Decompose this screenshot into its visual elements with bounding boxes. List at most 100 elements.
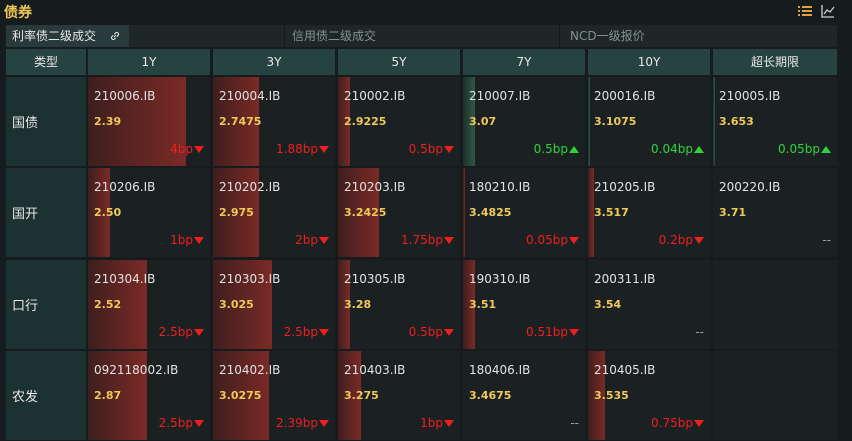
bond-cell[interactable]: 210405.IB 3.535 0.75bp	[588, 351, 710, 440]
bond-yield: 2.975	[219, 206, 254, 219]
bond-change: --	[695, 325, 704, 339]
bond-code: 210005.IB	[719, 89, 781, 103]
change-value: --	[695, 325, 704, 339]
bond-change: 0.04bp	[651, 142, 704, 156]
chart-line-icon[interactable]	[821, 4, 835, 18]
tab-credit-bond-trades[interactable]: 信用债二级成交	[286, 25, 556, 47]
arrow-down-icon	[194, 237, 204, 244]
bond-change: 2.39bp	[276, 416, 329, 430]
change-value: 2.5bp	[158, 416, 193, 430]
arrow-down-icon	[194, 146, 204, 153]
tab-label: 利率债二级成交	[12, 29, 97, 43]
title-bar: 债券	[0, 0, 852, 24]
bond-code: 210305.IB	[344, 272, 406, 286]
bond-code: 210004.IB	[219, 89, 281, 103]
tab-divider	[284, 25, 285, 47]
bond-yield: 3.025	[219, 298, 254, 311]
bond-cell[interactable]: 210206.IB 2.50 1bp	[88, 168, 210, 257]
bond-yield: 2.9225	[344, 115, 387, 128]
bond-cell[interactable]: 210005.IB 3.653 0.05bp	[713, 77, 837, 166]
column-header: 超长期限	[713, 49, 837, 75]
change-value: 2.5bp	[158, 325, 193, 339]
bond-change: 0.51bp	[526, 325, 579, 339]
bond-code: 210202.IB	[219, 180, 281, 194]
change-value: 1.75bp	[401, 233, 443, 247]
bond-yield: 3.4825	[469, 206, 512, 219]
column-header: 1Y	[88, 49, 210, 75]
bond-yield: 3.535	[594, 389, 629, 402]
change-value: 0.05bp	[526, 233, 568, 247]
bond-change: 0.75bp	[651, 416, 704, 430]
bond-code: 210304.IB	[94, 272, 156, 286]
bond-cell[interactable]: 210402.IB 3.0275 2.39bp	[213, 351, 335, 440]
tab-rate-bond-trades[interactable]: 利率债二级成交	[6, 25, 129, 47]
bond-code: 210203.IB	[344, 180, 406, 194]
bond-code: 180210.IB	[469, 180, 531, 194]
bond-change: 2.5bp	[159, 325, 204, 339]
bond-code: 210303.IB	[219, 272, 281, 286]
bond-cell[interactable]: 210305.IB 3.28 0.5bp	[338, 260, 460, 349]
bond-cell[interactable]: 210205.IB 3.517 0.2bp	[588, 168, 710, 257]
change-value: 0.5bp	[533, 142, 568, 156]
bond-cell[interactable]: 210202.IB 2.975 2bp	[213, 168, 335, 257]
bond-change: 4bp	[170, 142, 204, 156]
bond-code: 210402.IB	[219, 363, 281, 377]
tab-ncd-quotes[interactable]: NCD一级报价	[564, 25, 837, 47]
row-label: 农发	[6, 351, 86, 440]
arrow-down-icon	[569, 329, 579, 336]
bond-change: 2bp	[295, 233, 329, 247]
bond-cell[interactable]: 190310.IB 3.51 0.51bp	[463, 260, 585, 349]
tab-label: 信用债二级成交	[292, 29, 377, 43]
bond-yield: 3.653	[719, 115, 754, 128]
arrow-up-icon	[821, 146, 831, 153]
bond-yield: 3.28	[344, 298, 372, 311]
bond-yield: 3.275	[344, 389, 379, 402]
bond-change: 0.5bp	[409, 142, 454, 156]
bond-code: 200311.IB	[594, 272, 656, 286]
change-value: 2.39bp	[276, 416, 318, 430]
bond-cell[interactable]: 210303.IB 3.025 2.5bp	[213, 260, 335, 349]
bond-cell[interactable]: 210002.IB 2.9225 0.5bp	[338, 77, 460, 166]
bond-change: 0.5bp	[409, 325, 454, 339]
bond-cell[interactable]: 210007.IB 3.07 0.5bp	[463, 77, 585, 166]
bond-cell[interactable]: 210006.IB 2.39 4bp	[88, 77, 210, 166]
bond-cell[interactable]: 180210.IB 3.4825 0.05bp	[463, 168, 585, 257]
change-value: 0.04bp	[651, 142, 693, 156]
type-header: 类型	[6, 49, 86, 75]
arrow-down-icon	[319, 329, 329, 336]
change-value: 1bp	[170, 233, 193, 247]
list-icon[interactable]	[798, 4, 812, 18]
bond-cell[interactable]: 210203.IB 3.2425 1.75bp	[338, 168, 460, 257]
bond-cell[interactable]: 200016.IB 3.1075 0.04bp	[588, 77, 710, 166]
change-value: --	[570, 416, 579, 430]
bond-code: 180406.IB	[469, 363, 531, 377]
row-label: 国开	[6, 168, 86, 257]
link-icon[interactable]	[109, 30, 121, 42]
bond-change: 0.2bp	[659, 233, 704, 247]
bond-yield: 3.4675	[469, 389, 512, 402]
bond-yield: 2.87	[94, 389, 122, 402]
bond-yield: 3.54	[594, 298, 622, 311]
bond-yield: 3.0275	[219, 389, 262, 402]
bond-cell[interactable]: 210304.IB 2.52 2.5bp	[88, 260, 210, 349]
bond-cell[interactable]: 180406.IB 3.4675 --	[463, 351, 585, 440]
tab-label: NCD一级报价	[570, 29, 645, 43]
change-value: 0.75bp	[651, 416, 693, 430]
change-value: --	[822, 233, 831, 247]
bond-change: --	[570, 416, 579, 430]
arrow-down-icon	[319, 420, 329, 427]
bond-cell[interactable]: 210004.IB 2.7475 1.88bp	[213, 77, 335, 166]
column-header: 7Y	[463, 49, 585, 75]
bond-cell	[713, 260, 837, 349]
arrow-down-icon	[319, 237, 329, 244]
arrow-down-icon	[194, 329, 204, 336]
bond-cell[interactable]: 200311.IB 3.54 --	[588, 260, 710, 349]
column-header: 3Y	[213, 49, 335, 75]
change-value: 0.51bp	[526, 325, 568, 339]
bond-cell[interactable]: 092118002.IB 2.87 2.5bp	[88, 351, 210, 440]
bond-yield: 3.51	[469, 298, 497, 311]
bond-cell[interactable]: 200220.IB 3.71 --	[713, 168, 837, 257]
bond-cell[interactable]: 210403.IB 3.275 1bp	[338, 351, 460, 440]
arrow-down-icon	[194, 420, 204, 427]
bond-yield: 2.50	[94, 206, 122, 219]
